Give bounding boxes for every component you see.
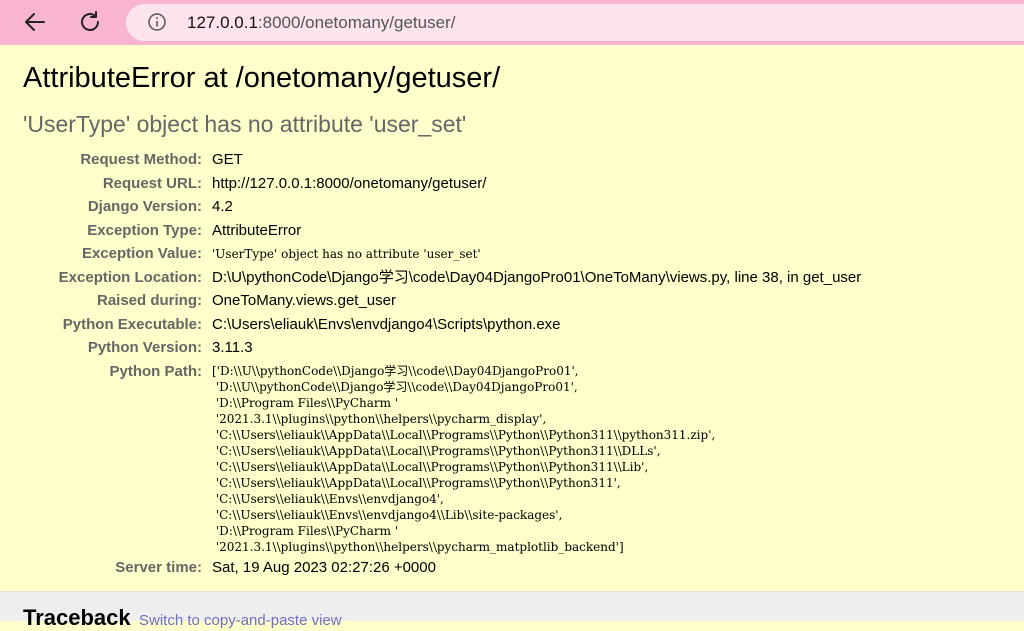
- reload-button[interactable]: [74, 6, 106, 38]
- meta-key: Request URL:: [102, 175, 202, 192]
- browser-toolbar: 127.0.0.1:8000/onetomany/getuser/: [0, 0, 1024, 45]
- address-bar[interactable]: 127.0.0.1:8000/onetomany/getuser/: [126, 4, 1024, 41]
- back-arrow-icon: [25, 13, 45, 31]
- url-host: 127.0.0.1: [187, 13, 258, 32]
- meta-value: D:\U\pythonCode\Django学习\code\Day04Djang…: [212, 269, 862, 286]
- meta-value: 'UserType' object has no attribute 'user…: [212, 247, 481, 261]
- meta-key: Exception Location:: [58, 269, 202, 286]
- traceback-title: Traceback: [23, 605, 131, 630]
- switch-view-link[interactable]: Switch to copy-and-paste view: [139, 612, 342, 630]
- url-text[interactable]: 127.0.0.1:8000/onetomany/getuser/: [187, 12, 455, 33]
- meta-value: 3.11.3: [212, 339, 253, 356]
- meta-value: http://127.0.0.1:8000/onetomany/getuser/: [212, 175, 487, 192]
- meta-key: Exception Value:: [81, 245, 202, 262]
- meta-key: Django Version:: [87, 198, 202, 215]
- back-button[interactable]: [19, 6, 51, 38]
- meta-key: Python Version:: [87, 339, 202, 356]
- meta-key: Exception Type:: [87, 222, 202, 239]
- meta-value: OneToMany.views.get_user: [212, 292, 396, 309]
- error-title: AttributeError at /onetomany/getuser/: [23, 62, 501, 94]
- meta-value: GET: [212, 151, 243, 168]
- python-path-list: ['D:\\U\\pythonCode\\Django学习\\code\\Day…: [212, 364, 716, 554]
- meta-key: Python Path:: [109, 363, 203, 380]
- meta-key: Server time:: [115, 559, 202, 576]
- error-message: 'UserType' object has no attribute 'user…: [23, 111, 467, 137]
- meta-value: 4.2: [212, 198, 233, 215]
- url-path: :8000/onetomany/getuser/: [257, 13, 456, 32]
- meta-key: Raised during:: [96, 292, 202, 309]
- info-icon[interactable]: [147, 12, 167, 32]
- meta-value: AttributeError: [212, 222, 302, 239]
- reload-icon: [81, 11, 99, 31]
- meta-key: Python Executable:: [62, 316, 202, 333]
- meta-value: C:\Users\eliauk\Envs\envdjango4\Scripts\…: [212, 316, 561, 333]
- meta-value: Sat, 19 Aug 2023 02:27:26 +0000: [212, 559, 436, 576]
- meta-key: Request Method:: [80, 151, 202, 168]
